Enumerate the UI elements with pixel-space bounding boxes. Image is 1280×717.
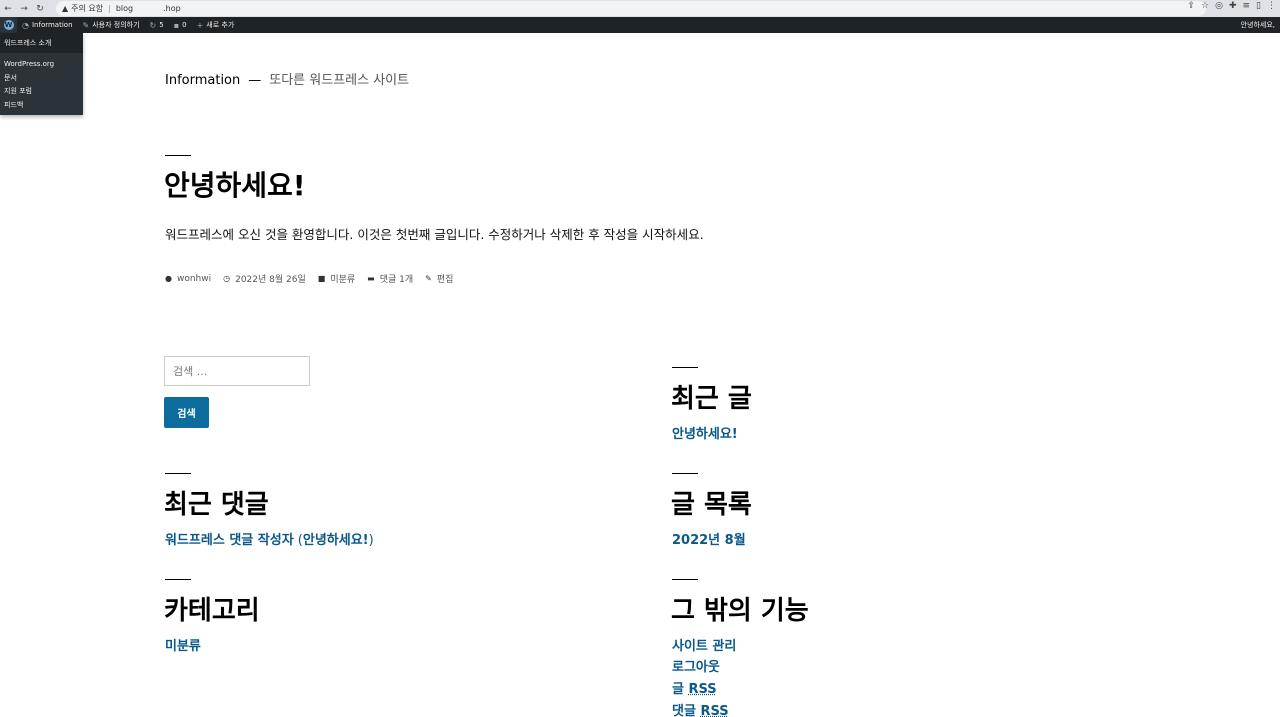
comment-icon: ▪ [173, 20, 180, 30]
post-date[interactable]: 2022년 8월 26일 [235, 272, 306, 285]
widget-divider [672, 579, 698, 580]
rss-abbr: RSS [688, 682, 717, 697]
clock-icon: ◷ [223, 274, 231, 283]
feedback-link[interactable]: 피드백 [4, 99, 79, 113]
post-title[interactable]: 안녕하세요! [164, 164, 306, 204]
post-category[interactable]: 미분류 [330, 272, 355, 285]
reload-icon[interactable]: ↻ [32, 4, 48, 14]
posts-rss-label: 글 [672, 682, 689, 697]
post-content: 워드프레스에 오신 것을 환영합니다. 이것은 첫번째 글입니다. 수정하거나 … [165, 227, 704, 242]
updates-icon: ↻ [149, 20, 157, 30]
wordpress-logo-icon: W [3, 20, 14, 30]
brush-icon: ✎ [82, 20, 90, 30]
comments-menu[interactable]: ▪ 0 [169, 17, 192, 33]
reading-list-icon[interactable]: ≡ [1243, 1, 1251, 11]
wp-logo-menu[interactable]: W [0, 17, 17, 33]
new-content-label: 새로 추가 [206, 21, 235, 29]
dashboard-icon: ◔ [22, 20, 29, 30]
forward-icon[interactable]: → [16, 4, 32, 14]
recent-posts-title: 최근 글 [671, 384, 752, 414]
folder-icon: ■ [317, 274, 326, 283]
site-admin-link[interactable]: 사이트 관리 [672, 635, 736, 654]
new-content-menu[interactable]: + 새로 추가 [192, 17, 240, 33]
warning-icon: ▲ [62, 4, 69, 13]
comment-author-link[interactable]: 워드프레스 댓글 작성자 [165, 533, 294, 548]
site-description: 또다른 워드프레스 사이트 [269, 73, 410, 88]
widget-divider [165, 579, 191, 580]
pencil-icon: ✎ [425, 274, 432, 283]
url-separator: | [108, 4, 111, 13]
rss-abbr: RSS [700, 704, 729, 717]
header-separator: — [248, 73, 262, 88]
post-divider [165, 155, 191, 156]
wp-logo-dropdown: 워드프레스 소개 WordPress.org 문서 지원 포럼 피드백 [0, 33, 83, 115]
logout-link[interactable]: 로그아웃 [672, 656, 720, 675]
archives-title: 글 목록 [671, 490, 752, 520]
menu-icon[interactable]: ⋮ [1267, 1, 1276, 11]
comment-on-text: ( [293, 533, 303, 548]
plus-icon: + [196, 20, 204, 30]
site-name-menu[interactable]: ◔ Information [17, 17, 78, 33]
browser-actions: ⇪ ☆ ◎ ✚ ≡ ▯ ⋮ [1187, 1, 1276, 11]
site-name: Information [31, 21, 73, 29]
search-button[interactable]: 검색 [164, 397, 209, 428]
widget-divider [165, 473, 191, 474]
site-header: Information — 또다른 워드프레스 사이트 [165, 69, 409, 88]
customize-label: 사용자 정의하기 [92, 21, 140, 29]
author-icon: ● [165, 274, 172, 283]
post-edit-link[interactable]: 편집 [437, 272, 454, 285]
extension-icon[interactable]: ◎ [1215, 1, 1223, 11]
archive-link[interactable]: 2022년 8월 [672, 529, 746, 548]
documentation-link[interactable]: 문서 [4, 72, 79, 86]
search-input[interactable]: 검색 ... [164, 356, 310, 386]
url-right: .hop [163, 4, 181, 13]
recent-comment-item: 워드프레스 댓글 작성자 (안녕하세요!) [165, 529, 374, 548]
comment-close-text: ) [368, 533, 374, 548]
updates-menu[interactable]: ↻ 5 [145, 17, 169, 33]
url-left: blog [115, 4, 134, 13]
share-icon[interactable]: ⇪ [1187, 1, 1195, 11]
post-meta: ● wonhwi ◷ 2022년 8월 26일 ■ 미분류 ▬ 댓글 1개 ✎ … [165, 272, 454, 286]
puzzle-icon[interactable]: ✚ [1229, 1, 1237, 11]
comment-icon: ▬ [367, 274, 375, 283]
comments-rss-link[interactable]: 댓글 RSS [672, 700, 729, 717]
bookmark-star-icon[interactable]: ☆ [1201, 1, 1209, 11]
security-warning: 주의 요함 [71, 4, 104, 13]
wp-admin-bar: W ◔ Information ✎ 사용자 정의하기 ↻ 5 ▪ 0 + 새로 … [0, 17, 1280, 33]
customize-menu[interactable]: ✎ 사용자 정의하기 [78, 17, 145, 33]
widget-divider [672, 367, 698, 368]
comments-rss-label: 댓글 [672, 704, 701, 717]
widget-divider [672, 473, 698, 474]
greeting: 안녕하세요, [1240, 21, 1275, 29]
post-comments[interactable]: 댓글 1개 [380, 272, 413, 285]
post-author[interactable]: wonhwi [177, 274, 211, 284]
comment-post-link[interactable]: 안녕하세요! [303, 533, 369, 548]
about-wordpress-link[interactable]: 워드프레스 소개 [0, 33, 83, 53]
comments-count: 0 [182, 21, 187, 29]
category-link[interactable]: 미분류 [165, 635, 201, 654]
updates-count: 5 [159, 21, 164, 29]
wordpress-org-link[interactable]: WordPress.org [4, 58, 79, 72]
sidepanel-icon[interactable]: ▯ [1256, 1, 1261, 11]
support-forums-link[interactable]: 지원 포럼 [4, 85, 79, 99]
posts-rss-link[interactable]: 글 RSS [672, 678, 717, 697]
site-title[interactable]: Information [165, 73, 240, 88]
address-bar[interactable]: ▲ 주의 요함 | blog .hop [56, 1, 1206, 16]
back-icon[interactable]: ← [0, 4, 16, 14]
categories-title: 카테고리 [164, 596, 260, 626]
account-menu[interactable]: 안녕하세요, [1241, 17, 1275, 33]
recent-comments-title: 최근 댓글 [164, 490, 269, 520]
meta-title: 그 밖의 기능 [671, 596, 809, 626]
browser-toolbar: ← → ↻ ▲ 주의 요함 | blog .hop ⇪ ☆ ◎ ✚ ≡ ▯ ⋮ [0, 0, 1280, 17]
recent-post-link[interactable]: 안녕하세요! [672, 423, 738, 442]
